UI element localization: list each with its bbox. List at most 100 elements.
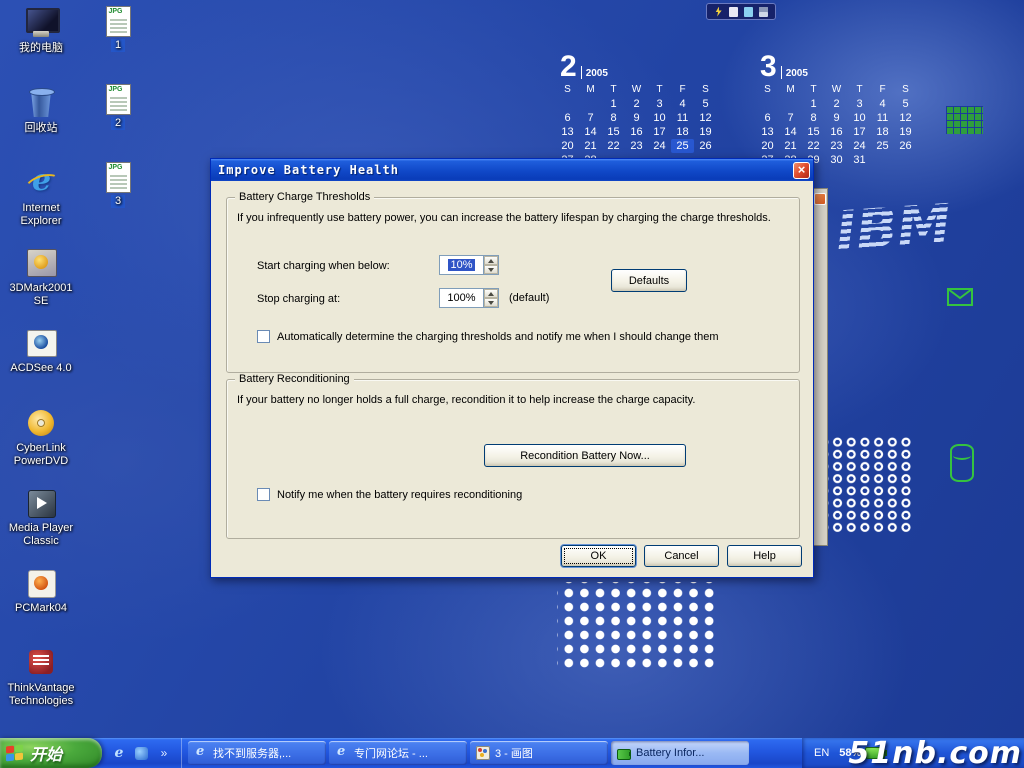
auto-determine-label: Automatically determine the charging thr… <box>277 331 718 343</box>
start-charging-value[interactable]: 10% <box>448 259 474 271</box>
calendar-day-cell <box>871 153 894 167</box>
auto-determine-checkbox[interactable] <box>257 330 270 343</box>
recondition-battery-button[interactable]: Recondition Battery Now... <box>484 444 686 467</box>
calendar-day-header: M <box>579 83 602 97</box>
document-icon[interactable] <box>759 7 768 17</box>
help-button[interactable]: Help <box>727 545 802 567</box>
stop-charging-value[interactable]: 100% <box>440 289 483 307</box>
mpc-icon <box>23 486 59 520</box>
calendar-day-cell: 13 <box>556 125 579 139</box>
desktop-icon-label: Internet Explorer <box>3 202 79 227</box>
close-button[interactable] <box>793 162 810 179</box>
desktop-icon-label: Media Player Classic <box>3 522 79 547</box>
start-charging-spinner[interactable]: 10% <box>439 255 499 275</box>
white-dots-decoration <box>557 582 715 668</box>
notify-reconditioning-checkbox[interactable] <box>257 488 270 501</box>
wallpaper-calendar: 32005SMTWTFS1234567891011121314151617181… <box>756 54 920 167</box>
signal-icon[interactable] <box>729 7 738 17</box>
calendar-day-cell: 10 <box>648 111 671 125</box>
calendar-day-cell: 1 <box>802 97 825 111</box>
taskbar-task-0[interactable]: 找不到服务器,... <box>188 741 326 765</box>
calendar-day-cell: 26 <box>694 139 717 153</box>
desktop-icon-label: ACDSee 4.0 <box>10 362 71 375</box>
chevron-icon[interactable] <box>156 745 172 761</box>
desktop-icon-jpg[interactable]: 3 <box>94 158 142 236</box>
arrow-down-icon <box>488 301 494 305</box>
calendar-day-cell: 3 <box>648 97 671 111</box>
taskbar-task-3[interactable]: Battery Infor... <box>611 741 749 765</box>
calendar-day-cell: 8 <box>802 111 825 125</box>
spin-up-button[interactable] <box>484 289 498 298</box>
desktop-icon-jpg[interactable]: 2 <box>94 80 142 158</box>
arrow-up-icon <box>488 259 494 263</box>
default-suffix-label: (default) <box>509 292 549 304</box>
calendar-day-cell: 16 <box>625 125 648 139</box>
3dmark2001-icon <box>23 246 59 280</box>
calendar-day-cell <box>579 97 602 111</box>
calendar-day-header: S <box>894 83 917 97</box>
thinkvantage-icon <box>23 646 59 680</box>
calendar-day-header: T <box>602 83 625 97</box>
desktop-icon-my-computer[interactable]: 我的电脑 <box>2 2 80 82</box>
ring-dots-decoration <box>817 436 913 534</box>
ok-button[interactable]: OK <box>561 545 636 567</box>
calendar-day-cell: 12 <box>894 111 917 125</box>
jpg-file-icon <box>106 6 131 37</box>
background-window-close-button[interactable] <box>814 193 826 205</box>
calendar-grid: SMTWTFS123456789101112131415161718192021… <box>756 83 920 167</box>
quick-launch <box>102 738 182 768</box>
spin-down-button[interactable] <box>484 265 498 274</box>
dialog-titlebar[interactable]: Improve Battery Health <box>211 159 813 181</box>
calendar-day-cell: 19 <box>894 125 917 139</box>
power-icon[interactable] <box>714 7 723 17</box>
calendar-day-cell: 17 <box>848 125 871 139</box>
calendar-day-cell: 31 <box>848 153 871 167</box>
start-label: 开始 <box>30 741 62 765</box>
envelope-icon <box>947 288 973 306</box>
calendar-header: 32005 <box>760 54 920 80</box>
calendar-day-cell: 11 <box>671 111 694 125</box>
calendar-day-header: S <box>756 83 779 97</box>
calendar-day-cell: 15 <box>802 125 825 139</box>
desktop-icon-pcmark04[interactable]: PCMark04 <box>2 562 80 642</box>
calendar-day-cell: 25 <box>871 139 894 153</box>
pen-icon[interactable] <box>744 7 753 17</box>
calendar-day-cell: 30 <box>825 153 848 167</box>
calendar-day-cell <box>894 153 917 167</box>
ie-icon <box>335 746 349 760</box>
start-button[interactable]: 开始 <box>0 738 102 768</box>
calendar-day-cell: 3 <box>848 97 871 111</box>
defaults-button[interactable]: Defaults <box>611 269 687 292</box>
desktop-icon-acdsee[interactable]: ACDSee 4.0 <box>2 322 80 402</box>
cancel-button[interactable]: Cancel <box>644 545 719 567</box>
desktop-icon-3dmark2001[interactable]: 3DMark2001 SE <box>2 242 80 322</box>
ie-icon[interactable] <box>111 745 127 761</box>
taskbar-task-1[interactable]: 专门网论坛 - ... <box>329 741 467 765</box>
calendar-day-cell: 4 <box>671 97 694 111</box>
spin-up-button[interactable] <box>484 256 498 265</box>
stop-charging-spinner[interactable]: 100% <box>439 288 499 308</box>
taskbar-task-2[interactable]: 3 - 画图 <box>470 741 608 765</box>
calendar-day-cell: 14 <box>779 125 802 139</box>
desktop-icon-powerdvd[interactable]: CyberLink PowerDVD <box>2 402 80 482</box>
desktop-icon-label: 3 <box>111 195 125 208</box>
calendar-day-cell: 11 <box>871 111 894 125</box>
spin-down-button[interactable] <box>484 298 498 307</box>
calendar-day-cell: 7 <box>579 111 602 125</box>
desktop-icon-list: 我的电脑回收站 Internet Explorer 3DMark2001 SE ACD… <box>2 2 80 722</box>
paint-icon <box>476 746 490 760</box>
thresholds-description: If you infrequently use battery power, y… <box>237 211 789 225</box>
desktop-icon-recycle-bin[interactable]: 回收站 <box>2 82 80 162</box>
language-indicator[interactable]: EN <box>814 747 829 759</box>
calendar-day-cell: 24 <box>848 139 871 153</box>
calendar-day-cell: 18 <box>671 125 694 139</box>
desktop-icon-thinkvantage[interactable]: ThinkVantage Technologies <box>2 642 80 722</box>
calendar-day-cell: 9 <box>825 111 848 125</box>
ibm-logo: IBM <box>834 192 953 263</box>
task-label: 专门网论坛 - ... <box>354 745 428 761</box>
desktop-icon-internet-explorer[interactable]: Internet Explorer <box>2 162 80 242</box>
media-player-icon[interactable] <box>135 747 148 760</box>
desktop-icon-mpc[interactable]: Media Player Classic <box>2 482 80 562</box>
tray-mini-toolbar <box>706 3 776 20</box>
desktop-icon-jpg[interactable]: 1 <box>94 2 142 80</box>
